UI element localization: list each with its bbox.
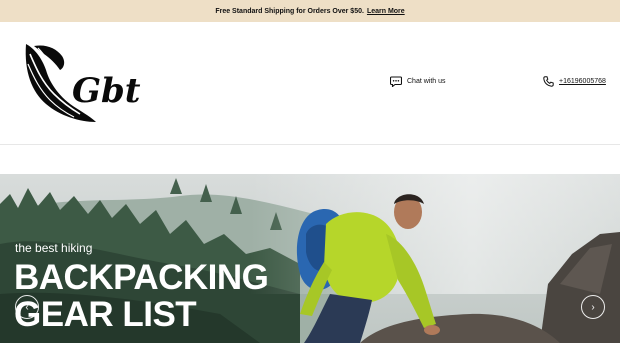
chat-with-us-link[interactable]: Chat with us (390, 76, 446, 87)
phone-number: +16196005768 (559, 78, 606, 85)
slider-next-button[interactable]: › (581, 295, 605, 319)
announcement-bar: Free Standard Shipping for Orders Over $… (0, 0, 620, 22)
phone-link[interactable]: +16196005768 (543, 76, 606, 87)
logo-wordmark: Gbt (72, 71, 141, 111)
hero-banner[interactable]: the best hiking BACKPACKING GEAR LIST ‹ … (0, 174, 620, 343)
hero-title-line-2: GEAR LIST (14, 295, 197, 334)
learn-more-link[interactable]: Learn More (367, 8, 405, 15)
announcement-text: Free Standard Shipping for Orders Over $… (215, 7, 364, 15)
hero-subtitle: the best hiking (15, 241, 93, 255)
site-header: Gbt Chat with us +16196005768 (0, 22, 620, 144)
chevron-right-icon: › (591, 301, 595, 313)
hero-title-line-1: BACKPACKING (14, 258, 269, 297)
chevron-left-icon: ‹ (25, 301, 29, 313)
chat-bubble-icon (390, 76, 402, 87)
phone-icon (543, 76, 554, 87)
gbt-logo[interactable]: Gbt (20, 42, 150, 124)
chat-label: Chat with us (407, 78, 446, 85)
navigation-bar (0, 144, 620, 174)
slider-prev-button[interactable]: ‹ (15, 295, 39, 319)
